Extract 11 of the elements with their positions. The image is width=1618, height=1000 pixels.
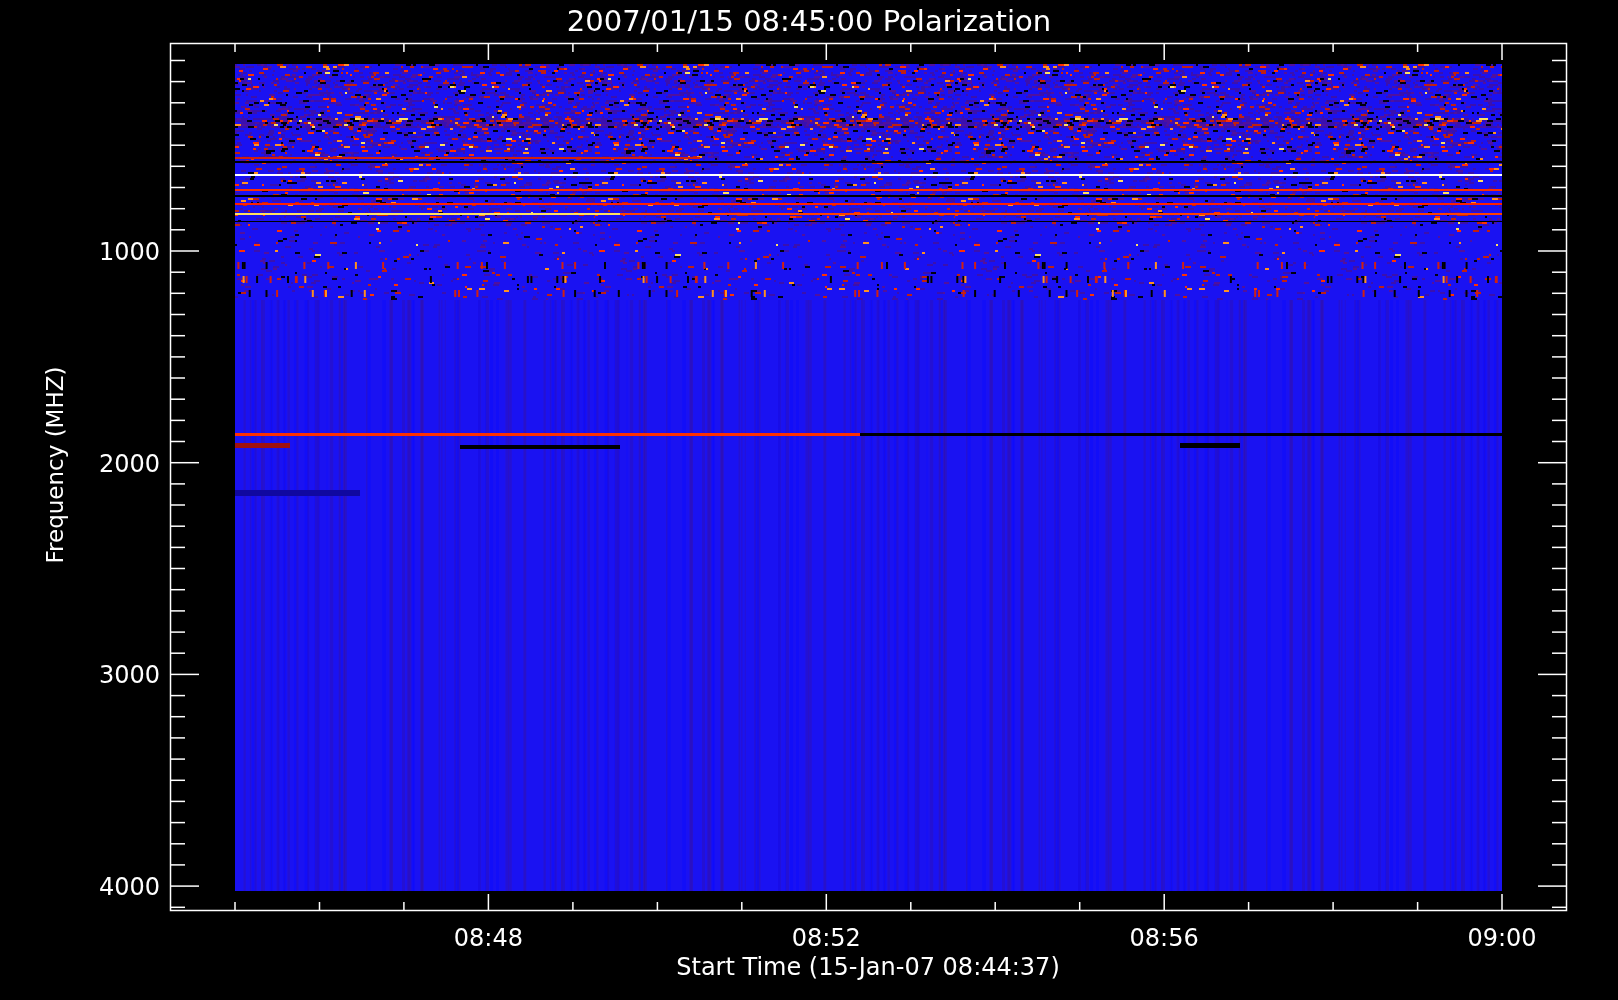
x-tick-label: 08:52	[791, 924, 861, 952]
y-tick-label: 3000	[98, 661, 160, 690]
x-tick-label: 08:56	[1129, 924, 1199, 952]
y-tick-label: 2000	[98, 449, 160, 478]
x-tick-label: 09:00	[1467, 924, 1537, 952]
x-axis-title: Start Time (15-Jan-07 08:44:37)	[676, 953, 1060, 981]
y-tick-label: 1000	[98, 238, 160, 266]
y-tick-label: 4000	[98, 873, 160, 902]
x-tick-label: 08:48	[453, 924, 523, 952]
chart-title: 2007/01/15 08:45:00 Polarization	[566, 4, 1052, 38]
y-axis-title: Frequency (MHZ)	[42, 366, 68, 564]
